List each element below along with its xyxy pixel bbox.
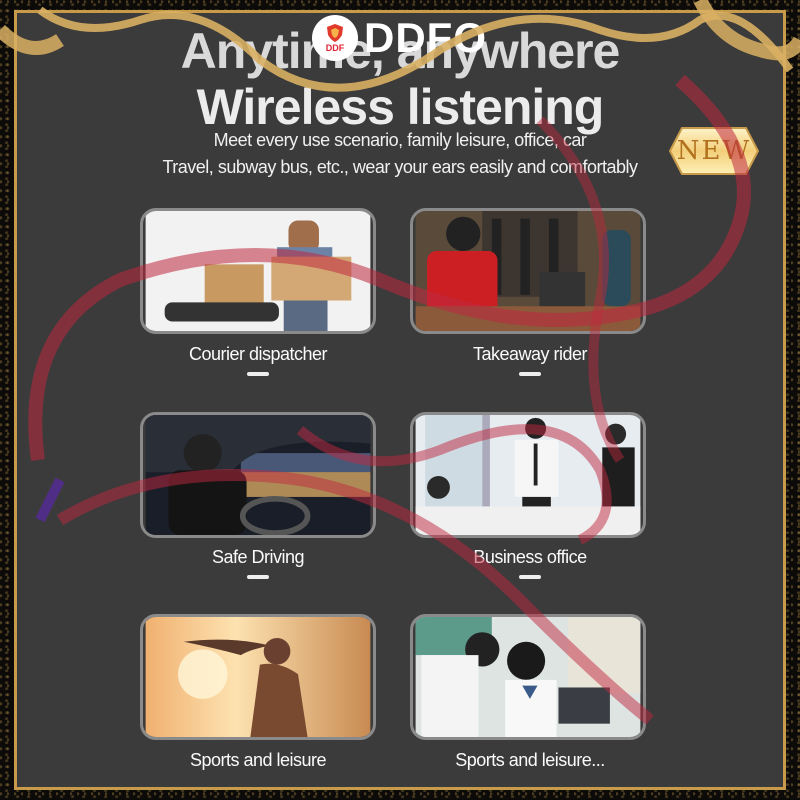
takeaway-photo: [415, 211, 641, 331]
courier-photo: [145, 211, 371, 331]
scenario-card-courier: [140, 208, 376, 334]
scenario-label-driving: Safe Driving: [211, 547, 305, 567]
new-badge-text: NEW: [676, 136, 752, 166]
scenario-divider: [519, 575, 541, 579]
driving-photo: [145, 415, 371, 535]
brand-badge: DDF: [312, 15, 358, 61]
scenario-label-leisure: Sports and leisure...: [455, 750, 605, 770]
brand-logo: DDF DDFO: [312, 14, 487, 62]
scenario-card-driving: [140, 412, 376, 538]
shield-icon: [327, 24, 343, 42]
scenario-card-takeaway: [410, 208, 646, 334]
new-badge: NEW: [660, 122, 768, 180]
scenario-card-office: [410, 412, 646, 538]
sports-photo: [145, 617, 371, 737]
scenario-label-office: Business office: [473, 547, 587, 567]
scenario-card-leisure: [410, 614, 646, 740]
brand-badge-text: DDF: [325, 43, 345, 53]
brand-name: DDFO: [364, 14, 487, 61]
scenario-divider: [247, 575, 269, 579]
scenario-label-sports: Sports and leisure: [189, 750, 327, 770]
leisure-photo: [415, 617, 641, 737]
scenario-label-courier: Courier dispatcher: [188, 344, 328, 364]
office-photo: [415, 415, 641, 535]
scenario-divider: [519, 372, 541, 376]
scenario-label-takeaway: Takeaway rider: [472, 344, 588, 364]
scenario-card-sports: [140, 614, 376, 740]
scenario-divider: [247, 372, 269, 376]
